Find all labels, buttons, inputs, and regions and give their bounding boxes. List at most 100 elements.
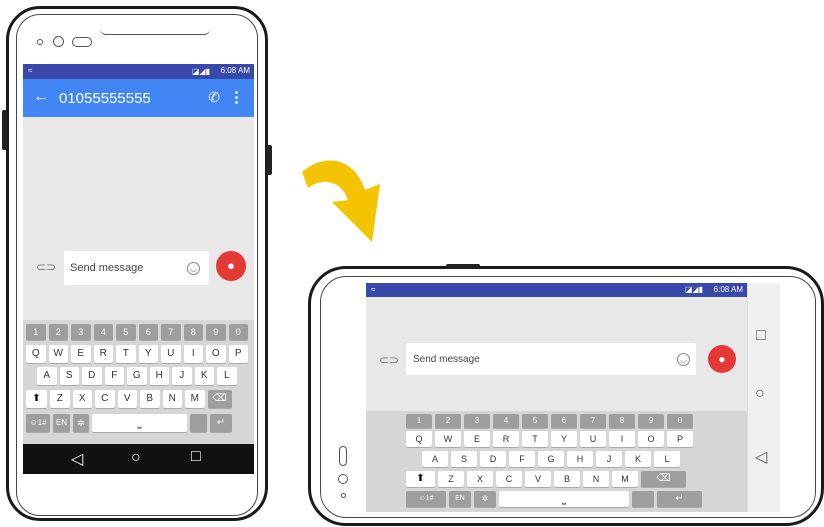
paperclip-icon[interactable]: ⊂⊃ bbox=[379, 353, 399, 367]
key[interactable]: X bbox=[72, 390, 92, 408]
punctuation-key[interactable] bbox=[632, 491, 654, 507]
key[interactable]: 9 bbox=[206, 324, 226, 340]
emoji-icon[interactable]: ◡ bbox=[677, 353, 690, 366]
backspace-key[interactable]: ⌫ bbox=[641, 471, 686, 487]
key[interactable]: 8 bbox=[183, 324, 203, 340]
enter-key[interactable]: ↵ bbox=[657, 491, 702, 507]
key[interactable]: T bbox=[522, 431, 548, 447]
key[interactable]: K bbox=[194, 367, 214, 385]
key[interactable]: 6 bbox=[138, 324, 158, 340]
key[interactable]: I bbox=[183, 345, 203, 363]
key[interactable]: 2 bbox=[48, 324, 68, 340]
key[interactable]: V bbox=[117, 390, 137, 408]
key[interactable]: 1 bbox=[26, 324, 46, 340]
key[interactable]: I bbox=[609, 431, 635, 447]
key[interactable]: M bbox=[185, 390, 205, 408]
key[interactable]: D bbox=[82, 367, 102, 385]
key[interactable]: S bbox=[451, 451, 477, 467]
key[interactable]: Q bbox=[26, 345, 46, 363]
key[interactable]: Q bbox=[406, 431, 432, 447]
key[interactable]: E bbox=[71, 345, 91, 363]
key[interactable]: R bbox=[493, 431, 519, 447]
key[interactable]: Y bbox=[138, 345, 158, 363]
key[interactable]: T bbox=[116, 345, 136, 363]
key[interactable]: 8 bbox=[609, 414, 635, 428]
key[interactable]: 5 bbox=[116, 324, 136, 340]
key[interactable]: O bbox=[638, 431, 664, 447]
phone-icon[interactable]: ✆ bbox=[208, 89, 220, 106]
key[interactable]: J bbox=[596, 451, 622, 467]
key[interactable]: F bbox=[104, 367, 124, 385]
enter-key[interactable]: ↵ bbox=[210, 414, 232, 432]
key[interactable]: G bbox=[127, 367, 147, 385]
circle-home-icon[interactable]: ○ bbox=[131, 449, 141, 467]
key[interactable]: K bbox=[625, 451, 651, 467]
paperclip-icon[interactable]: ⊂⊃ bbox=[36, 260, 56, 274]
key[interactable]: E bbox=[464, 431, 490, 447]
key[interactable]: W bbox=[48, 345, 68, 363]
key[interactable]: Z bbox=[438, 471, 464, 487]
symbols-key[interactable]: ☺1# bbox=[26, 414, 50, 432]
key[interactable]: O bbox=[206, 345, 226, 363]
key[interactable]: X bbox=[467, 471, 493, 487]
contact-button[interactable]: ● bbox=[708, 345, 736, 373]
key[interactable]: 6 bbox=[551, 414, 577, 428]
space-key[interactable]: ⎵ bbox=[499, 491, 629, 507]
key[interactable]: H bbox=[567, 451, 593, 467]
key[interactable]: 5 bbox=[522, 414, 548, 428]
key[interactable]: 7 bbox=[580, 414, 606, 428]
key[interactable]: 1 bbox=[406, 414, 432, 428]
key[interactable]: H bbox=[149, 367, 169, 385]
arrow-left-icon[interactable]: ← bbox=[33, 88, 49, 106]
key[interactable]: G bbox=[538, 451, 564, 467]
key[interactable]: 4 bbox=[493, 414, 519, 428]
key[interactable]: F bbox=[509, 451, 535, 467]
key[interactable]: Y bbox=[551, 431, 577, 447]
key[interactable]: S bbox=[59, 367, 79, 385]
space-key[interactable]: ⎵ bbox=[92, 414, 187, 432]
key[interactable]: L bbox=[654, 451, 680, 467]
compose-field[interactable]: Send message ◡ bbox=[406, 343, 696, 375]
contact-button[interactable]: ● bbox=[216, 251, 246, 281]
key[interactable]: L bbox=[217, 367, 237, 385]
key[interactable]: J bbox=[172, 367, 192, 385]
key[interactable]: 3 bbox=[71, 324, 91, 340]
key[interactable]: B bbox=[554, 471, 580, 487]
triangle-back-icon[interactable]: ◁ bbox=[71, 449, 83, 469]
key[interactable]: 3 bbox=[464, 414, 490, 428]
square-recents-icon[interactable]: □ bbox=[191, 448, 201, 466]
gear-icon[interactable]: ✲ bbox=[73, 414, 89, 432]
language-key[interactable]: EN bbox=[53, 414, 70, 432]
key[interactable]: C bbox=[95, 390, 115, 408]
key[interactable]: Z bbox=[50, 390, 70, 408]
emoji-icon[interactable]: ◡ bbox=[187, 262, 200, 275]
key[interactable]: A bbox=[422, 451, 448, 467]
key[interactable]: U bbox=[580, 431, 606, 447]
square-recents-icon[interactable]: □ bbox=[756, 327, 766, 345]
key[interactable]: C bbox=[496, 471, 522, 487]
key[interactable]: P bbox=[667, 431, 693, 447]
circle-home-icon[interactable]: ○ bbox=[755, 385, 765, 403]
triangle-back-icon[interactable]: ◁ bbox=[755, 447, 767, 467]
punctuation-key[interactable] bbox=[190, 414, 207, 432]
key[interactable]: A bbox=[37, 367, 57, 385]
key[interactable]: 7 bbox=[161, 324, 181, 340]
language-key[interactable]: EN bbox=[449, 491, 471, 507]
key[interactable]: P bbox=[228, 345, 248, 363]
key[interactable]: 0 bbox=[667, 414, 693, 428]
more-vert-icon[interactable]: ⋮ bbox=[229, 88, 244, 106]
shift-key[interactable]: ⬆ bbox=[26, 390, 47, 408]
gear-icon[interactable]: ✲ bbox=[474, 491, 496, 507]
key[interactable]: V bbox=[525, 471, 551, 487]
symbols-key[interactable]: ☺1# bbox=[406, 491, 446, 507]
shift-key[interactable]: ⬆ bbox=[406, 471, 435, 487]
backspace-key[interactable]: ⌫ bbox=[207, 390, 232, 408]
key[interactable]: 2 bbox=[435, 414, 461, 428]
key[interactable]: U bbox=[161, 345, 181, 363]
key[interactable]: 0 bbox=[228, 324, 248, 340]
key[interactable]: M bbox=[612, 471, 638, 487]
key[interactable]: 4 bbox=[93, 324, 113, 340]
key[interactable]: R bbox=[93, 345, 113, 363]
key[interactable]: B bbox=[140, 390, 160, 408]
key[interactable]: D bbox=[480, 451, 506, 467]
